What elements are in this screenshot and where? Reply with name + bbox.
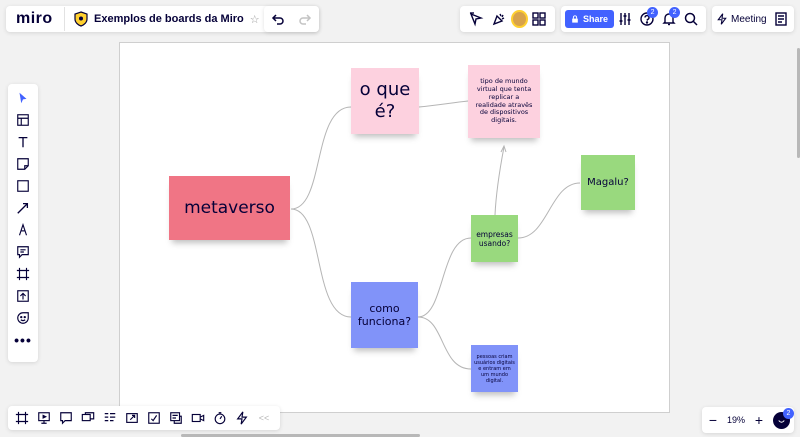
comments-list-icon[interactable] — [77, 405, 99, 431]
divider — [64, 7, 65, 31]
screen-share-icon[interactable] — [121, 405, 143, 431]
connector-oque-definicao — [418, 100, 469, 108]
user-avatar[interactable] — [510, 10, 528, 28]
collaborator-badge: 2 — [782, 407, 794, 419]
zoom-out-button[interactable]: − — [706, 412, 720, 428]
upload-icon[interactable] — [8, 285, 38, 307]
board-shield-icon[interactable] — [68, 6, 94, 32]
collapse-toolbar-button[interactable]: << — [253, 405, 275, 431]
notifications-icon[interactable]: 2 — [658, 6, 681, 32]
meeting-toolbar: Meeting — [712, 6, 794, 32]
embed-icon[interactable] — [143, 405, 165, 431]
share-label: Share — [583, 14, 609, 24]
pen-tool-icon[interactable] — [8, 219, 38, 241]
connector-como-empresas — [417, 237, 472, 318]
frame-tool-icon[interactable] — [8, 263, 38, 285]
connector-empresas-magalu — [517, 182, 581, 239]
share-button[interactable]: Share — [565, 10, 615, 28]
cards-icon[interactable] — [165, 405, 187, 431]
activity-lightning-icon[interactable] — [231, 405, 253, 431]
lightning-icon — [717, 13, 727, 25]
left-toolbar: ••• — [8, 84, 38, 362]
notes-icon[interactable] — [772, 6, 790, 32]
connector-empresas-definicao — [494, 146, 505, 216]
meeting-label: Meeting — [731, 13, 767, 25]
templates-icon[interactable] — [8, 109, 38, 131]
kanban-icon[interactable] — [99, 405, 121, 431]
zoom-level[interactable]: 19% — [727, 415, 745, 425]
connector-line-icon[interactable] — [8, 197, 38, 219]
zoom-controls: − 19% + 2 — [702, 407, 794, 433]
sticky-note-icon[interactable] — [8, 153, 38, 175]
collab-toolbar — [460, 6, 555, 32]
star-icon[interactable]: ☆ — [250, 13, 260, 26]
shape-tool-icon[interactable] — [8, 175, 38, 197]
lock-icon — [572, 15, 578, 23]
bottom-toolbar: << — [8, 406, 280, 430]
celebrate-icon[interactable] — [487, 6, 510, 32]
settings-sliders-icon[interactable] — [614, 6, 636, 32]
undo-icon[interactable] — [265, 6, 291, 32]
connector-como-pessoas — [417, 316, 472, 370]
sticky-como-funciona[interactable]: como funciona? — [351, 282, 418, 348]
sticky-o-que-e[interactable]: o que é? — [351, 68, 419, 134]
connector-metaverso-como — [290, 208, 352, 318]
stickers-icon[interactable] — [8, 307, 38, 329]
apps-grid-icon[interactable] — [528, 6, 551, 32]
timer-icon[interactable] — [209, 405, 231, 431]
sticky-empresas-usando[interactable]: empresas usando? — [471, 215, 518, 262]
history-bar — [264, 6, 319, 32]
help-icon[interactable]: 2 — [636, 6, 659, 32]
comment-icon[interactable] — [8, 241, 38, 263]
sticky-pessoas[interactable]: pessoas criam usuários digitais e entram… — [471, 345, 518, 392]
sticky-definicao[interactable]: tipo de mundo virtual que tenta replicar… — [468, 65, 540, 138]
presentation-icon[interactable] — [33, 405, 55, 431]
more-tools-icon[interactable]: ••• — [8, 329, 38, 351]
frames-icon[interactable] — [11, 405, 33, 431]
collaborator-avatar[interactable]: 2 — [772, 407, 794, 429]
cursor-share-icon[interactable] — [464, 6, 487, 32]
select-tool-icon[interactable] — [8, 87, 38, 109]
share-toolbar: Share 2 2 — [561, 6, 706, 32]
video-icon[interactable] — [187, 405, 209, 431]
meeting-button[interactable]: Meeting — [716, 13, 767, 25]
connector-metaverso-oque — [290, 106, 352, 210]
miro-logo[interactable]: miro — [6, 10, 64, 28]
redo-icon[interactable] — [292, 6, 318, 32]
sticky-metaverso[interactable]: metaverso — [169, 176, 290, 240]
chat-icon[interactable] — [55, 405, 77, 431]
zoom-in-button[interactable]: + — [752, 412, 766, 428]
board-title[interactable]: Exemplos de boards da Miro — [94, 13, 244, 25]
search-icon[interactable] — [680, 6, 702, 32]
help-badge: 2 — [647, 7, 659, 18]
sticky-magalu[interactable]: Magalu? — [581, 155, 635, 210]
notifications-badge: 2 — [669, 7, 681, 18]
board-canvas[interactable]: metaverso o que é? tipo de mundo virtual… — [119, 42, 670, 413]
text-tool-icon[interactable] — [8, 131, 38, 153]
